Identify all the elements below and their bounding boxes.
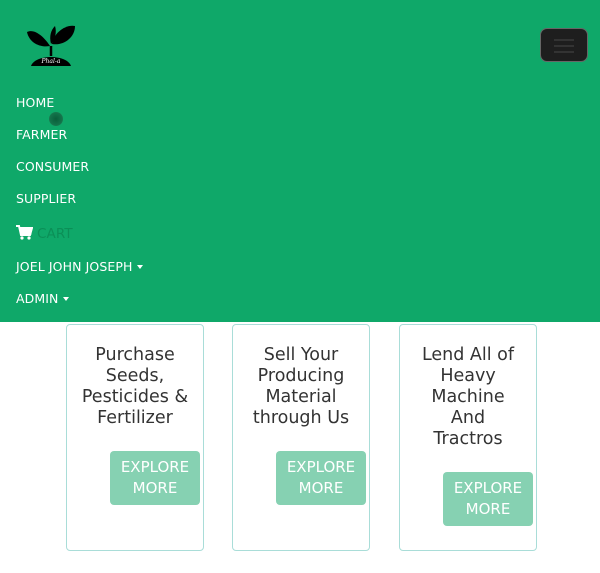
shopping-cart-icon — [16, 225, 33, 240]
service-card-lend: Lend All of Heavy Machine And Tractros E… — [399, 324, 537, 551]
nav-farmer-label: FARMER — [16, 127, 68, 142]
card-title: Purchase Seeds, Pesticides & Fertilizer — [81, 345, 189, 428]
caret-down-icon — [136, 265, 143, 269]
navbar: Phal-a HOME FARMER CONSUMER SUPPLIER CAR… — [0, 0, 600, 322]
hamburger-icon — [554, 39, 574, 41]
nav-farmer[interactable]: FARMER — [16, 127, 67, 142]
explore-more-button[interactable]: EXPLORE MORE — [443, 472, 533, 526]
nav-admin-dropdown[interactable]: ADMIN — [16, 291, 69, 306]
nav-consumer[interactable]: CONSUMER — [16, 159, 89, 174]
explore-more-button[interactable]: EXPLORE MORE — [276, 451, 366, 505]
nav-admin-label: ADMIN — [16, 291, 59, 306]
hamburger-icon-bar — [554, 45, 574, 47]
service-card-purchase: Purchase Seeds, Pesticides & Fertilizer … — [66, 324, 204, 551]
caret-down-icon — [62, 297, 69, 301]
nav-supplier-label: SUPPLIER — [16, 191, 77, 206]
cursor-click-indicator — [49, 112, 63, 126]
logo[interactable]: Phal-a — [25, 22, 77, 70]
nav-consumer-label: CONSUMER — [16, 159, 90, 174]
logo-text: Phal-a — [40, 58, 60, 65]
nav-home-label: HOME — [16, 95, 55, 110]
nav-home[interactable]: HOME — [16, 95, 54, 110]
explore-more-button[interactable]: EXPLORE MORE — [110, 451, 200, 505]
nav-cart[interactable]: CART — [16, 225, 73, 242]
nav-supplier[interactable]: SUPPLIER — [16, 191, 76, 206]
menu-toggle-button[interactable] — [540, 28, 588, 62]
hamburger-icon-bar — [554, 51, 574, 53]
card-title: Sell Your Producing Material through Us — [252, 345, 350, 428]
service-card-sell: Sell Your Producing Material through Us … — [232, 324, 370, 551]
card-title: Lend All of Heavy Machine And Tractros — [421, 345, 515, 449]
nav-user-dropdown[interactable]: JOEL JOHN JOSEPH — [16, 259, 143, 274]
nav-user-label: JOEL JOHN JOSEPH — [16, 259, 133, 274]
nav-cart-label: CART — [37, 226, 73, 242]
